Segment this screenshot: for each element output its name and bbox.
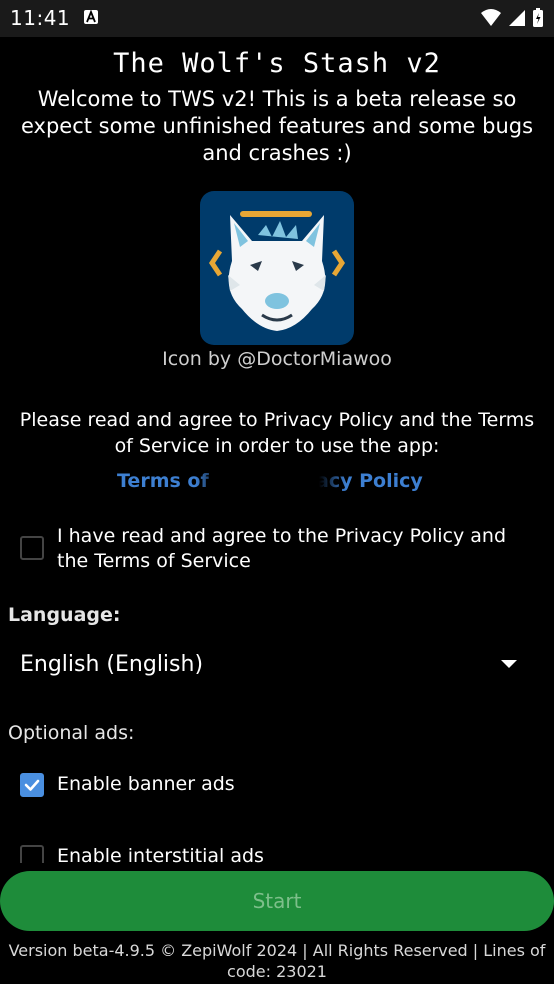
start-button[interactable]: Start xyxy=(0,871,554,931)
welcome-message: Welcome to TWS v2! This is a beta releas… xyxy=(20,87,534,165)
status-time: 11:41 xyxy=(10,6,71,30)
privacy-notice: Please read and agree to Privacy Policy … xyxy=(19,409,535,457)
agree-checkbox[interactable] xyxy=(20,536,44,560)
dropdown-arrow-icon xyxy=(501,660,517,668)
wolf-logo xyxy=(200,191,354,345)
status-icons xyxy=(480,7,544,29)
banner-ads-label[interactable]: Enable banner ads xyxy=(57,773,235,795)
terms-of-service-link[interactable]: Terms of xyxy=(117,470,209,492)
wifi-icon xyxy=(480,9,502,27)
notification-icon xyxy=(84,10,98,24)
version-footer: Version beta-4.9.5 © ZepiWolf 2024 | All… xyxy=(8,941,546,981)
optional-ads-label: Optional ads: xyxy=(8,722,135,744)
agree-label[interactable]: I have read and agree to the Privacy Pol… xyxy=(57,524,543,574)
language-dropdown[interactable]: English (English) xyxy=(0,640,554,692)
checkmark-icon xyxy=(24,779,40,791)
blurred-region xyxy=(196,466,346,500)
signal-icon xyxy=(508,9,526,27)
battery-icon xyxy=(532,8,544,28)
icon-credit: Icon by @DoctorMiawoo xyxy=(162,348,392,370)
app-title: The Wolf's Stash v2 xyxy=(113,48,441,79)
language-selected-value: English (English) xyxy=(20,652,204,677)
policy-links: Terms of acy Policy xyxy=(0,466,554,500)
status-bar: 11:41 xyxy=(0,0,554,37)
language-label: Language: xyxy=(8,604,121,626)
banner-ads-checkbox[interactable] xyxy=(20,773,44,797)
